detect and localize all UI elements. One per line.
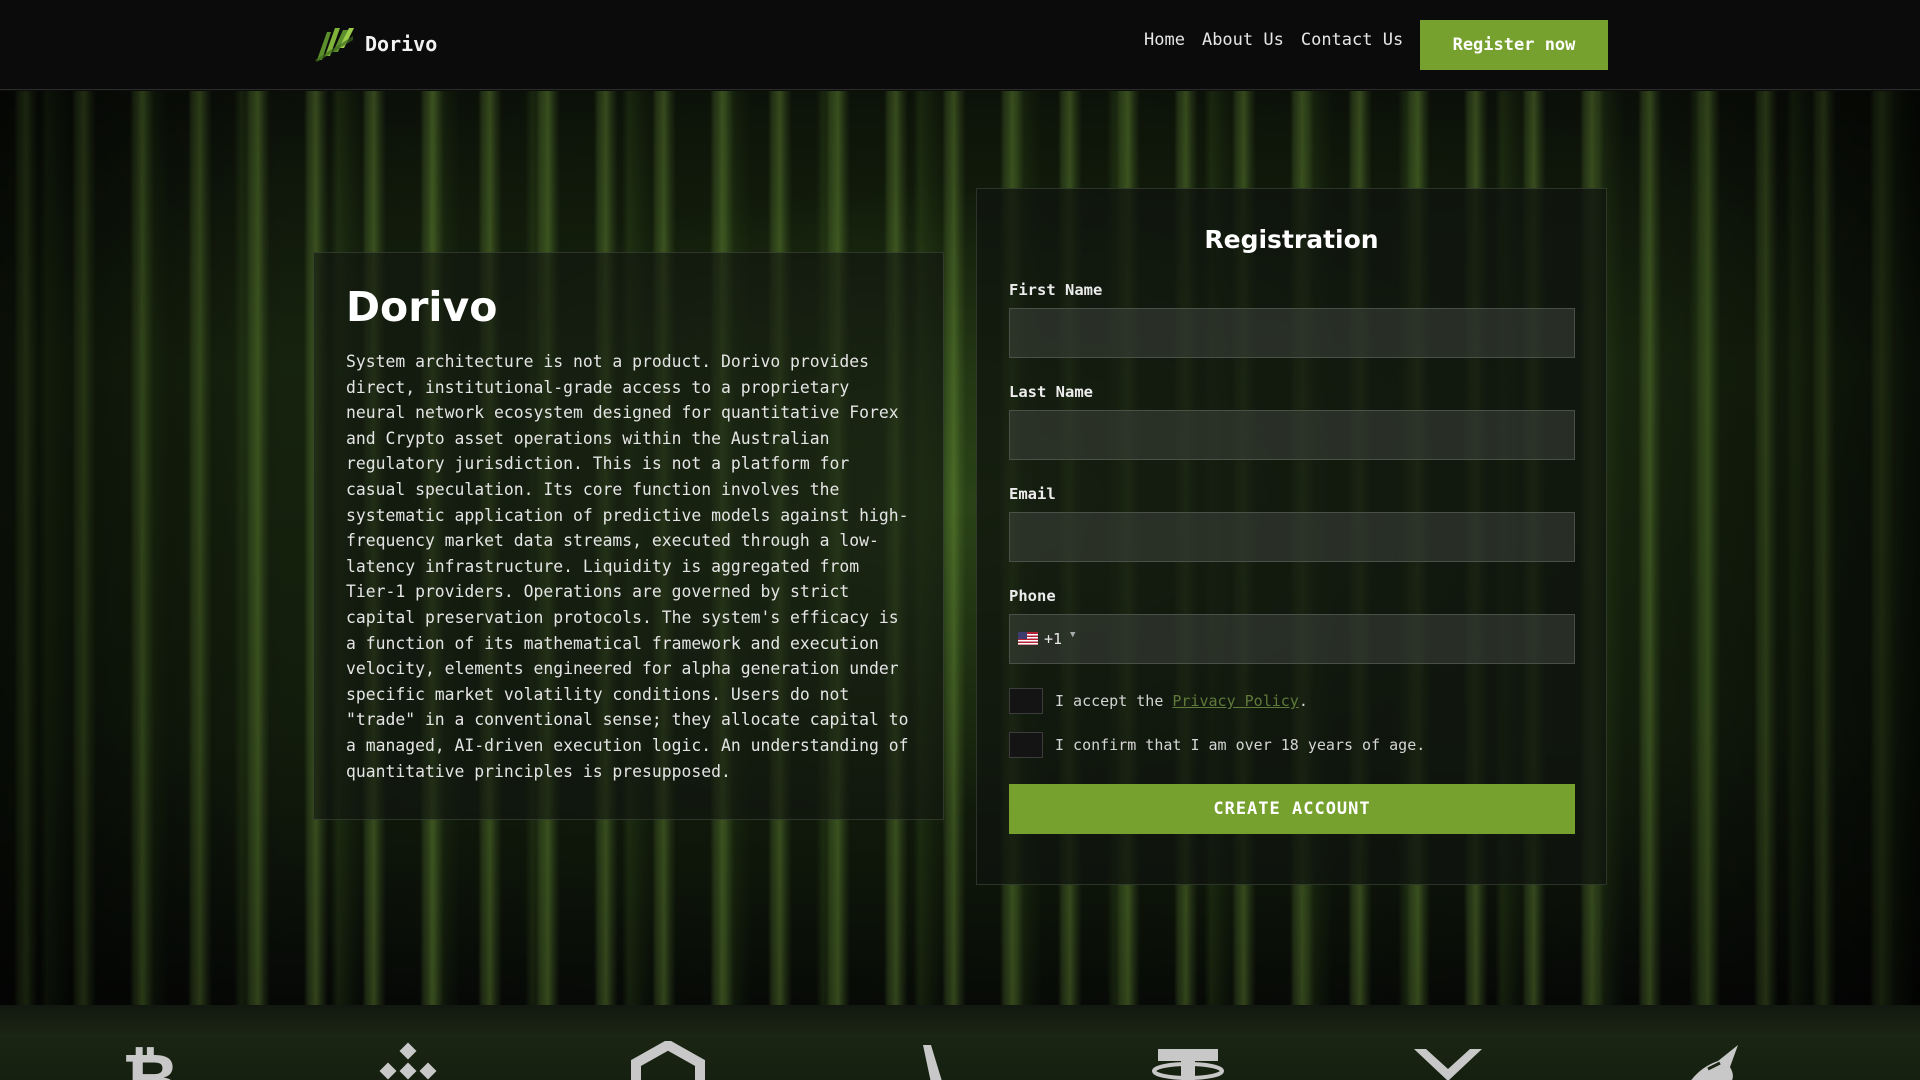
- binance-icon: [379, 1042, 437, 1080]
- privacy-consent-row: I accept the Privacy Policy.: [1009, 688, 1574, 714]
- email-label: Email: [1009, 485, 1056, 503]
- form-title: Registration: [1204, 225, 1379, 254]
- age-confirm-text: I confirm that I am over 18 years of age…: [1055, 736, 1426, 754]
- email-input[interactable]: [1009, 512, 1575, 562]
- bitcoin-icon: ₿: [121, 1041, 178, 1080]
- phone-input[interactable]: [1090, 615, 1574, 665]
- nav-about-us[interactable]: About Us: [1202, 30, 1284, 50]
- phone-dial-code[interactable]: +1: [1044, 630, 1062, 648]
- registration-form: Registration First Name Last Name Email …: [976, 188, 1607, 885]
- crypto-logo-strip: ₿: [0, 1005, 1920, 1080]
- us-flag-icon[interactable]: [1018, 632, 1038, 645]
- first-name-label: First Name: [1009, 281, 1103, 299]
- site-header: Dorivo Home About Us Contact Us Register…: [0, 0, 1920, 90]
- nav-home[interactable]: Home: [1144, 30, 1185, 50]
- country-dropdown-icon[interactable]: ▼: [1070, 630, 1075, 640]
- brand-name: Dorivo: [365, 32, 438, 56]
- hero-background: [0, 91, 1920, 1005]
- privacy-checkbox[interactable]: [1009, 688, 1043, 714]
- info-description: System architecture is not a product. Do…: [346, 352, 909, 781]
- info-title: Dorivo: [346, 283, 498, 331]
- unicorn-icon: [1691, 1045, 1738, 1080]
- age-consent-row: I confirm that I am over 18 years of age…: [1009, 732, 1574, 758]
- age-checkbox[interactable]: [1009, 732, 1043, 758]
- chainlink-icon: [631, 1041, 705, 1080]
- nav-contact-us[interactable]: Contact Us: [1301, 30, 1403, 50]
- logo-icon: [315, 28, 354, 62]
- last-name-label: Last Name: [1009, 383, 1093, 401]
- first-name-input[interactable]: [1009, 308, 1575, 358]
- main-nav: Home About Us Contact Us: [1144, 30, 1403, 50]
- privacy-text: I accept the Privacy Policy.: [1055, 692, 1308, 710]
- phone-label: Phone: [1009, 587, 1056, 605]
- phone-field: +1 ▼: [1009, 614, 1575, 665]
- brand-logo[interactable]: Dorivo: [313, 26, 437, 62]
- svg-text:₿: ₿: [121, 1041, 178, 1080]
- register-now-button[interactable]: Register now: [1420, 20, 1608, 70]
- avalanche-icon: [923, 1045, 942, 1080]
- xrp-icon: [1414, 1049, 1482, 1080]
- info-card: Dorivo System architecture is not a prod…: [313, 252, 944, 820]
- last-name-input[interactable]: [1009, 410, 1575, 460]
- tether-icon: [1152, 1049, 1224, 1080]
- hero-section: Dorivo System architecture is not a prod…: [0, 91, 1920, 1005]
- privacy-policy-link[interactable]: Privacy Policy: [1172, 692, 1298, 710]
- create-account-button[interactable]: CREATE ACCOUNT: [1009, 784, 1575, 834]
